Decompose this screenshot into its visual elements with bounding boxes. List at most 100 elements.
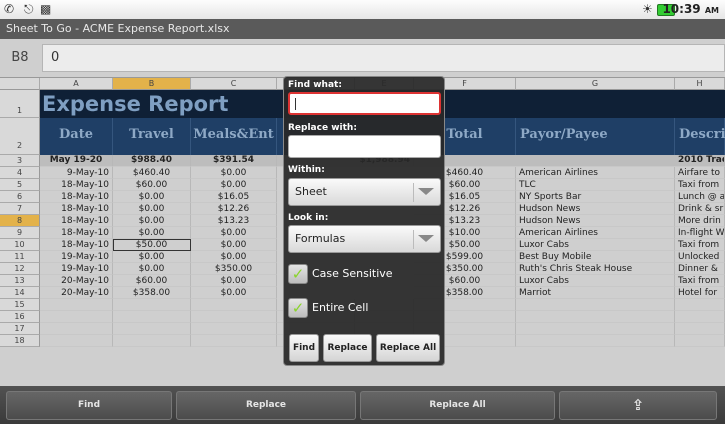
grid-cell[interactable] [675,299,725,311]
summary-cell[interactable]: $988.40 [113,155,191,167]
row-header-8[interactable]: 8 [0,215,40,227]
grid-cell[interactable]: Marriot [516,287,675,299]
column-header-b[interactable]: B [113,78,191,90]
summary-cell[interactable]: 2010 Trad [675,155,725,167]
grid-cell[interactable]: TLC [516,179,675,191]
column-header-a[interactable]: A [40,78,113,90]
grid-cell[interactable]: $0.00 [191,179,277,191]
grid-cell[interactable] [113,323,191,335]
grid-cell[interactable]: Hudson News [516,215,675,227]
grid-cell[interactable] [191,299,277,311]
grid-cell[interactable]: Airfare to [675,167,725,179]
selected-cell-outline[interactable] [113,239,191,251]
row-header-13[interactable]: 13 [0,275,40,287]
grid-cell[interactable]: $0.00 [191,287,277,299]
grid-cell[interactable] [675,323,725,335]
grid-cell[interactable]: Luxor Cabs [516,275,675,287]
row-header-1[interactable]: 1 [0,90,40,118]
grid-cell[interactable]: Hotel for [675,287,725,299]
grid-cell[interactable]: Hudson News [516,203,675,215]
grid-cell[interactable]: More drin [675,215,725,227]
grid-cell[interactable]: $0.00 [113,191,191,203]
grid-cell[interactable] [516,299,675,311]
grid-cell[interactable]: Ruth's Chris Steak House [516,263,675,275]
formula-input[interactable]: 0 [42,44,725,72]
case-sensitive-checkbox[interactable]: ✓ Case Sensitive [288,264,441,286]
grid-cell[interactable]: $0.00 [191,167,277,179]
grid-cell[interactable]: $60.00 [113,275,191,287]
grid-cell[interactable]: American Airlines [516,167,675,179]
bottom-replace-button[interactable]: Replace [176,391,356,420]
grid-cell[interactable] [516,335,675,347]
row-header-9[interactable]: 9 [0,227,40,239]
grid-cell[interactable]: $13.23 [191,215,277,227]
grid-cell[interactable]: $460.40 [113,167,191,179]
grid-cell[interactable] [113,335,191,347]
grid-cell[interactable]: Taxi from [675,179,725,191]
grid-cell[interactable]: 18-May-10 [40,239,113,251]
replace-all-button[interactable]: Replace All [376,334,440,362]
grid-cell[interactable]: $0.00 [191,239,277,251]
grid-cell[interactable] [191,311,277,323]
cell-reference[interactable]: B8 [0,39,40,77]
grid-corner[interactable] [0,78,40,90]
row-header-12[interactable]: 12 [0,263,40,275]
within-select[interactable]: Sheet [288,178,441,206]
row-header-4[interactable]: 4 [0,167,40,179]
row-header-7[interactable]: 7 [0,203,40,215]
entire-cell-checkbox[interactable]: ✓ Entire Cell [288,298,441,320]
row-header-6[interactable]: 6 [0,191,40,203]
look-in-select[interactable]: Formulas [288,225,441,253]
grid-cell[interactable] [675,311,725,323]
row-header-14[interactable]: 14 [0,287,40,299]
row-header-11[interactable]: 11 [0,251,40,263]
row-header-10[interactable]: 10 [0,239,40,251]
bottom-replace-all-button[interactable]: Replace All [360,391,555,420]
grid-cell[interactable]: $0.00 [113,215,191,227]
row-header-5[interactable]: 5 [0,179,40,191]
grid-cell[interactable]: 18-May-10 [40,179,113,191]
grid-cell[interactable]: $0.00 [113,263,191,275]
grid-cell[interactable] [516,323,675,335]
grid-cell[interactable] [40,311,113,323]
grid-cell[interactable] [675,335,725,347]
grid-cell[interactable]: $0.00 [191,227,277,239]
grid-cell[interactable]: 18-May-10 [40,215,113,227]
grid-cell[interactable]: NY Sports Bar [516,191,675,203]
grid-cell[interactable]: 18-May-10 [40,203,113,215]
grid-cell[interactable]: 19-May-10 [40,251,113,263]
row-header-2[interactable]: 2 [0,118,40,155]
grid-cell[interactable] [516,311,675,323]
grid-cell[interactable]: 20-May-10 [40,287,113,299]
grid-cell[interactable]: In-flight W [675,227,725,239]
grid-cell[interactable]: Dinner & [675,263,725,275]
grid-cell[interactable]: Lunch @ a [675,191,725,203]
grid-cell[interactable]: $0.00 [113,227,191,239]
grid-cell[interactable]: 19-May-10 [40,263,113,275]
grid-cell[interactable] [40,299,113,311]
grid-cell[interactable]: $0.00 [113,251,191,263]
summary-cell[interactable]: May 19-20 [40,155,113,167]
bottom-find-button[interactable]: Find [6,391,172,420]
grid-cell[interactable]: 18-May-10 [40,191,113,203]
grid-cell[interactable] [191,323,277,335]
find-what-input[interactable] [288,92,441,115]
grid-cell[interactable] [40,323,113,335]
grid-cell[interactable]: Taxi from [675,239,725,251]
grid-cell[interactable] [191,335,277,347]
replace-with-input[interactable] [288,135,441,158]
find-button[interactable]: Find [289,334,319,362]
row-header-18[interactable]: 18 [0,335,40,347]
grid-cell[interactable]: 9-May-10 [40,167,113,179]
replace-button[interactable]: Replace [323,334,372,362]
grid-cell[interactable]: $16.05 [191,191,277,203]
row-header-15[interactable]: 15 [0,299,40,311]
grid-cell[interactable]: Luxor Cabs [516,239,675,251]
column-header-h[interactable]: H [675,78,725,90]
grid-cell[interactable]: 20-May-10 [40,275,113,287]
grid-cell[interactable]: Unlocked [675,251,725,263]
grid-cell[interactable]: $350.00 [191,263,277,275]
column-header-c[interactable]: C [191,78,277,90]
upload-icon[interactable]: ⇪ [559,391,717,420]
grid-cell[interactable]: $60.00 [113,179,191,191]
